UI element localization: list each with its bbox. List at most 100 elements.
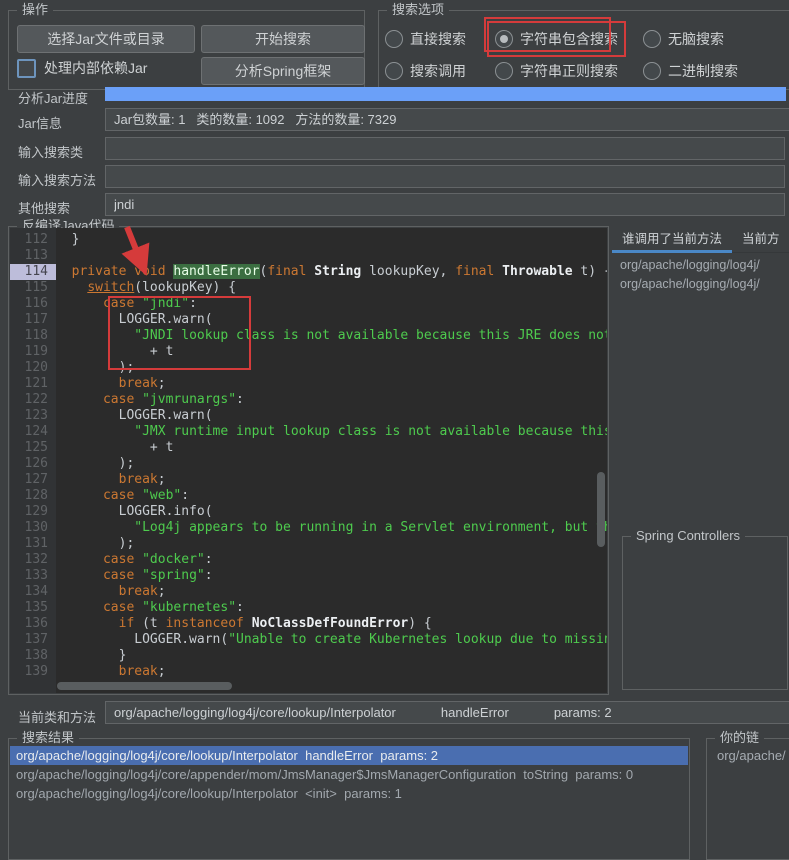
result-row[interactable]: org/apache/logging/log4j/core/lookup/Int…	[10, 746, 688, 765]
code-line[interactable]: 115 switch(lookupKey) {	[10, 280, 607, 296]
search-results-group: 搜索结果 org/apache/logging/log4j/core/looku…	[8, 738, 690, 860]
select-jar-button[interactable]: 选择Jar文件或目录	[17, 25, 195, 53]
radio-option[interactable]: 字符串包含搜索	[495, 29, 618, 49]
radio-icon[interactable]	[495, 62, 513, 80]
radio-option-label: 搜索调用	[410, 61, 466, 81]
radio-option[interactable]: 直接搜索	[385, 29, 466, 49]
caller-list: org/apache/logging/log4j/org/apache/logg…	[612, 256, 789, 518]
inner-jar-checkbox[interactable]: 处理内部依赖Jar	[17, 58, 147, 78]
code-line[interactable]: 125 + t	[10, 440, 607, 456]
code-line[interactable]: 130 "Log4j appears to be running in a Se…	[10, 520, 607, 536]
analyze-spring-button[interactable]: 分析Spring框架	[201, 57, 365, 85]
code-line[interactable]: 116 case "jndi":	[10, 296, 607, 312]
code-line[interactable]: 137 LOGGER.warn("Unable to create Kubern…	[10, 632, 607, 648]
search-method-label: 输入搜索方法	[18, 170, 96, 189]
current-class-method-label: 当前类和方法	[18, 707, 96, 726]
code-text: LOGGER.info(	[56, 504, 607, 520]
line-number: 137	[10, 632, 56, 648]
code-line[interactable]: 126 );	[10, 456, 607, 472]
radio-icon[interactable]	[385, 30, 403, 48]
search-method-input[interactable]	[105, 165, 785, 188]
code-line[interactable]: 135 case "kubernetes":	[10, 600, 607, 616]
callers-tab[interactable]: 谁调用了当前方法	[612, 222, 732, 252]
line-number: 136	[10, 616, 56, 632]
code-text: LOGGER.warn("Unable to create Kubernetes…	[56, 632, 607, 648]
code-line[interactable]: 123 LOGGER.warn(	[10, 408, 607, 424]
code-line[interactable]: 129 LOGGER.info(	[10, 504, 607, 520]
code-line[interactable]: 120 );	[10, 360, 607, 376]
vertical-scrollbar[interactable]	[597, 472, 605, 547]
chain-item[interactable]: org/apache/	[707, 746, 789, 765]
other-search-label: 其他搜索	[18, 198, 70, 217]
code-line[interactable]: 121 break;	[10, 376, 607, 392]
jar-info-value: Jar包数量: 1 类的数量: 1092 方法的数量: 7329	[105, 108, 789, 131]
start-search-button[interactable]: 开始搜索	[201, 25, 365, 53]
horizontal-scrollbar[interactable]	[57, 682, 232, 690]
code-line[interactable]: 113	[10, 248, 607, 264]
code-line[interactable]: 139 break;	[10, 664, 607, 680]
code-line[interactable]: 128 case "web":	[10, 488, 607, 504]
radio-option[interactable]: 二进制搜索	[643, 61, 738, 81]
radio-icon[interactable]	[643, 62, 661, 80]
line-number: 117	[10, 312, 56, 328]
radio-option-label: 无脑搜索	[668, 29, 724, 49]
code-line[interactable]: 136 if (t instanceof NoClassDefFoundErro…	[10, 616, 607, 632]
code-text: LOGGER.warn(	[56, 408, 607, 424]
code-text: break;	[56, 664, 607, 680]
code-line[interactable]: 118 "JNDI lookup class is not available …	[10, 328, 607, 344]
code-text: }	[56, 232, 607, 248]
search-class-label: 输入搜索类	[18, 142, 83, 161]
code-text: private void handleError(final String lo…	[56, 264, 607, 280]
spring-controllers-group: Spring Controllers	[622, 536, 788, 690]
radio-option[interactable]: 搜索调用	[385, 61, 466, 81]
code-text: break;	[56, 376, 607, 392]
caller-item[interactable]: org/apache/logging/log4j/	[612, 256, 789, 275]
callers-tab[interactable]: 当前方	[732, 222, 789, 252]
code-line[interactable]: 133 case "spring":	[10, 568, 607, 584]
code-line[interactable]: 134 break;	[10, 584, 607, 600]
line-number: 139	[10, 664, 56, 680]
code-line[interactable]: 112 }	[10, 232, 607, 248]
code-text: break;	[56, 472, 607, 488]
line-number: 115	[10, 280, 56, 296]
code-lines: 112 }113114 private void handleError(fin…	[10, 232, 607, 680]
code-text: + t	[56, 440, 607, 456]
code-text: );	[56, 456, 607, 472]
radio-icon[interactable]	[643, 30, 661, 48]
other-search-input[interactable]	[105, 193, 785, 216]
line-number: 135	[10, 600, 56, 616]
checkbox-icon[interactable]	[17, 59, 36, 78]
line-number: 132	[10, 552, 56, 568]
code-line[interactable]: 122 case "jvmrunargs":	[10, 392, 607, 408]
code-text: case "web":	[56, 488, 607, 504]
radio-icon[interactable]	[495, 30, 513, 48]
current-method-name: handleError	[441, 702, 509, 723]
jar-progress-bar	[105, 87, 786, 101]
operations-group: 操作 选择Jar文件或目录 开始搜索 处理内部依赖Jar 分析Spring框架	[8, 10, 365, 90]
code-text: switch(lookupKey) {	[56, 280, 607, 296]
line-number: 133	[10, 568, 56, 584]
caller-item[interactable]: org/apache/logging/log4j/	[612, 275, 789, 294]
radio-icon[interactable]	[385, 62, 403, 80]
radio-option[interactable]: 无脑搜索	[643, 29, 724, 49]
your-chain-list: org/apache/	[707, 746, 789, 859]
code-line[interactable]: 138 }	[10, 648, 607, 664]
your-chain-group: 你的链 org/apache/	[706, 738, 789, 860]
code-line[interactable]: 131 );	[10, 536, 607, 552]
result-row[interactable]: org/apache/logging/log4j/core/lookup/Int…	[10, 784, 688, 803]
code-line[interactable]: 114 private void handleError(final Strin…	[10, 264, 607, 280]
line-number: 127	[10, 472, 56, 488]
result-row[interactable]: org/apache/logging/log4j/core/appender/m…	[10, 765, 688, 784]
operations-group-label: 操作	[17, 2, 53, 18]
radio-option[interactable]: 字符串正则搜索	[495, 61, 618, 81]
code-line[interactable]: 132 case "docker":	[10, 552, 607, 568]
code-text: "Log4j appears to be running in a Servle…	[56, 520, 607, 536]
search-class-input[interactable]	[105, 137, 785, 160]
radio-option-label: 直接搜索	[410, 29, 466, 49]
code-line[interactable]: 124 "JMX runtime input lookup class is n…	[10, 424, 607, 440]
code-line[interactable]: 117 LOGGER.warn(	[10, 312, 607, 328]
code-editor[interactable]: 112 }113114 private void handleError(fin…	[10, 228, 607, 693]
callers-panel: 谁调用了当前方法当前方 org/apache/logging/log4j/org…	[612, 222, 789, 518]
code-line[interactable]: 119 + t	[10, 344, 607, 360]
code-line[interactable]: 127 break;	[10, 472, 607, 488]
